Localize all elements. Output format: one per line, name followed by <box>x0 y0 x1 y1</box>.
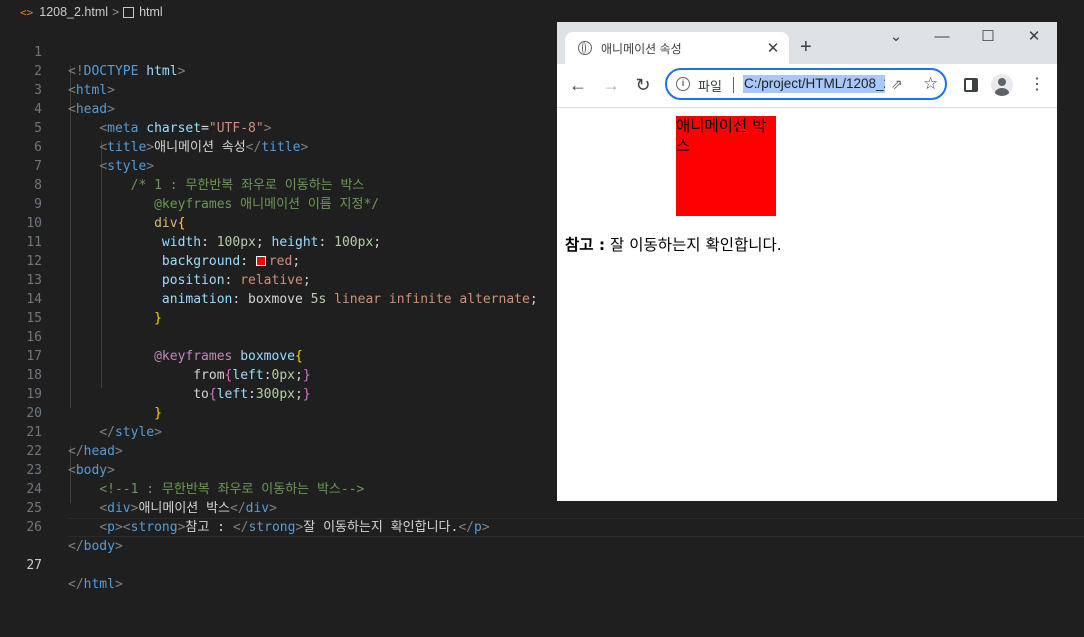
token: </ <box>68 577 84 592</box>
line-number: 27 <box>26 558 42 573</box>
browser-titlebar[interactable]: 애니메이션 속성 ✕ + ⌄ — ☐ ✕ <box>557 22 1057 64</box>
line-code: </body> <box>68 537 123 556</box>
tab-animation[interactable]: 애니메이션 속성 ✕ <box>565 32 789 64</box>
file-scheme-label: 파일 <box>698 79 722 94</box>
forward-button[interactable]: → <box>600 74 622 96</box>
current-line-highlight <box>68 518 1084 537</box>
breadcrumb-file[interactable]: 1208_2.html <box>39 5 108 19</box>
share-icon[interactable]: ⇗ <box>891 76 903 93</box>
address-bar[interactable]: i 파일 C:/project/HTML/1208_2.html ⇗ ☆ <box>665 68 947 100</box>
token: > <box>114 539 123 554</box>
chevron-right-icon: > <box>112 5 120 19</box>
profile-avatar-icon[interactable] <box>991 74 1013 96</box>
breadcrumb: <> 1208_2.html > html <box>0 0 1084 24</box>
page-viewport: 애니메이션 박스 참고 : 잘 이동하는지 확인합니다. <box>557 108 1057 501</box>
side-panel-icon[interactable] <box>964 78 978 92</box>
reload-button[interactable]: ↻ <box>632 74 654 96</box>
line-code: </html> <box>68 575 123 594</box>
bookmark-star-icon[interactable]: ☆ <box>923 74 938 94</box>
new-tab-button[interactable]: + <box>800 36 812 58</box>
note-paragraph: 참고 : 잘 이동하는지 확인합니다. <box>565 233 782 255</box>
code-line-active: 27 </html> <box>0 518 1084 592</box>
token: body <box>83 539 115 554</box>
note-text: 잘 이동하는지 확인합니다. <box>605 236 782 254</box>
html-file-icon: <> <box>20 5 34 19</box>
code-line: 26 </body> <box>0 499 1084 554</box>
token: </ <box>68 539 84 554</box>
info-icon[interactable]: i <box>676 77 690 91</box>
animated-box: 애니메이션 박스 <box>676 116 776 216</box>
tab-close-icon[interactable]: ✕ <box>765 39 781 57</box>
url-text[interactable]: C:/project/HTML/1208_2.html <box>743 75 885 93</box>
browser-toolbar: ← → ↻ i 파일 C:/project/HTML/1208_2.html ⇗… <box>557 64 1057 108</box>
minimize-button[interactable]: — <box>930 28 954 46</box>
element-cube-icon <box>123 6 135 18</box>
token: > <box>114 577 123 592</box>
window-close-button[interactable]: ✕ <box>1022 28 1046 46</box>
kebab-menu-icon[interactable]: ⋮ <box>1029 75 1045 95</box>
tab-search-chevron-icon[interactable]: ⌄ <box>884 28 908 46</box>
browser-window: 애니메이션 속성 ✕ + ⌄ — ☐ ✕ ← → ↻ i 파일 C:/proje… <box>557 22 1057 501</box>
token: html <box>83 577 115 592</box>
maximize-button[interactable]: ☐ <box>976 28 1000 46</box>
address-separator <box>733 77 734 93</box>
back-button[interactable]: ← <box>567 74 589 96</box>
note-strong: 참고 : <box>565 236 606 254</box>
globe-icon <box>578 41 592 55</box>
tab-title: 애니메이션 속성 <box>601 41 682 56</box>
breadcrumb-element[interactable]: html <box>139 5 163 19</box>
